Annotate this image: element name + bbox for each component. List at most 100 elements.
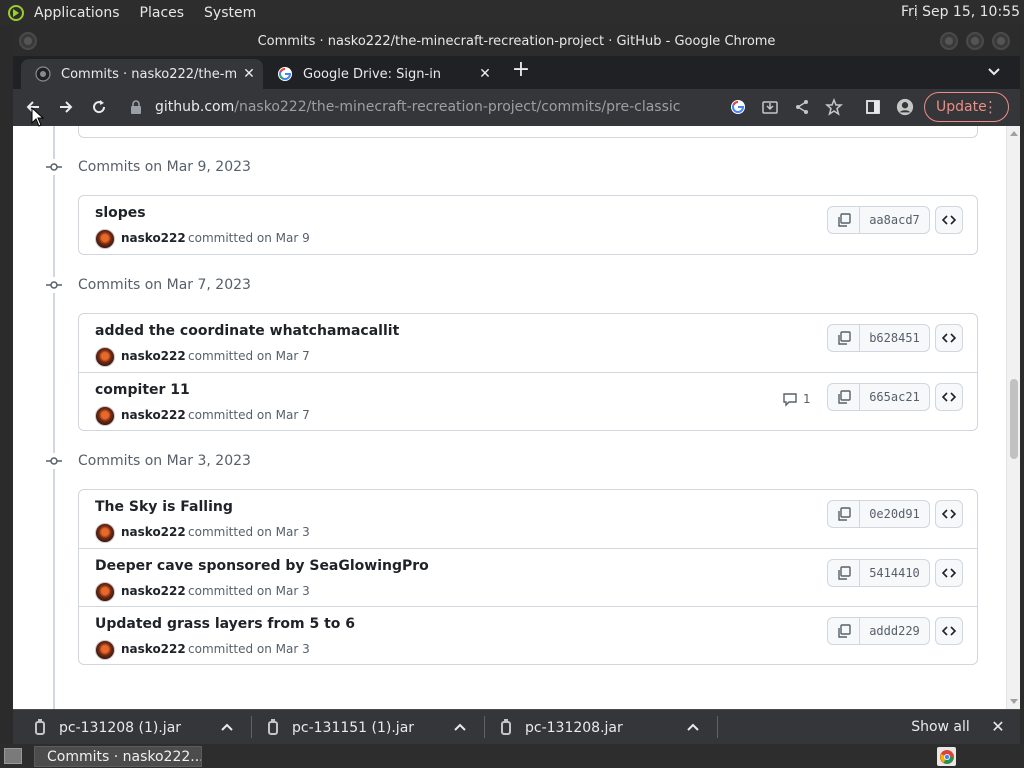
scroll-down-arrow-icon[interactable] [1010, 699, 1018, 704]
kebab-menu-icon[interactable]: ⋮ [983, 99, 998, 115]
commit-sha-link[interactable]: b628451 [860, 325, 929, 351]
show-desktop-icon[interactable] [4, 748, 22, 764]
share-icon[interactable] [793, 98, 811, 116]
commit-author-link[interactable]: nasko222 [121, 642, 186, 656]
copy-icon [837, 624, 851, 638]
show-all-downloads-button[interactable]: Show all [903, 713, 978, 741]
commit-group-header: Commits on Mar 3, 2023 [46, 451, 251, 471]
side-panel-icon[interactable] [864, 98, 882, 116]
download-item[interactable]: pc-131208 (1).jar [35, 710, 255, 745]
copy-sha-button[interactable] [828, 207, 860, 233]
window-menu-icon[interactable] [19, 32, 37, 50]
taskbar-window-button[interactable]: Commits · nasko222... [34, 746, 202, 767]
commit-author-link[interactable]: nasko222 [121, 231, 186, 245]
comments-link[interactable]: 1 [782, 391, 811, 407]
applications-menu[interactable]: Applications [34, 5, 120, 21]
commit-sha-link[interactable]: 5414410 [860, 560, 929, 586]
browse-repo-button[interactable] [935, 559, 963, 587]
commit-author-link[interactable]: nasko222 [121, 525, 186, 539]
code-icon [941, 568, 957, 578]
avatar[interactable] [95, 229, 115, 249]
browser-toolbar: github.com/nasko222/the-minecraft-recrea… [13, 89, 1020, 126]
commit-row: added the coordinate whatchamacallit nask… [79, 314, 977, 372]
profile-avatar-icon[interactable] [896, 98, 914, 116]
system-menu[interactable]: System [204, 5, 256, 21]
chevron-up-icon[interactable] [454, 722, 466, 732]
close-tab-icon[interactable]: ✕ [241, 66, 257, 82]
commit-message-link[interactable]: The Sky is Falling [95, 499, 233, 515]
browse-repo-button[interactable] [935, 617, 963, 645]
chrome-tray-icon[interactable] [937, 747, 956, 766]
address-bar[interactable]: github.com/nasko222/the-minecraft-recrea… [121, 92, 705, 122]
github-icon [35, 66, 51, 82]
commit-date-text: committed on Mar 7 [188, 349, 310, 363]
new-tab-icon[interactable]: + [510, 59, 532, 82]
avatar[interactable] [95, 582, 115, 602]
divider [251, 716, 252, 738]
google-icon [277, 66, 293, 82]
jar-file-icon [501, 718, 511, 735]
forward-arrow-icon[interactable] [54, 95, 78, 119]
install-app-icon[interactable] [761, 98, 779, 116]
bookmark-star-icon[interactable] [825, 98, 843, 116]
chevron-up-icon[interactable] [687, 722, 699, 732]
commit-list: added the coordinate whatchamacallit nask… [78, 313, 978, 431]
scrollbar-thumb[interactable] [1010, 379, 1018, 459]
comment-count: 1 [803, 392, 811, 406]
tab-google-drive[interactable]: Google Drive: Sign-in ✕ [263, 59, 499, 89]
google-lens-icon[interactable] [729, 98, 747, 116]
browse-repo-button[interactable] [935, 324, 963, 352]
commit-message-link[interactable]: Deeper cave sponsored by SeaGlowingPro [95, 558, 429, 574]
copy-sha-button[interactable] [828, 501, 860, 527]
copy-sha-button[interactable] [828, 560, 860, 586]
commit-message-link[interactable]: compiter 11 [95, 382, 190, 398]
code-icon [941, 392, 957, 402]
commit-group-date: Commits on Mar 7, 2023 [78, 277, 251, 293]
avatar[interactable] [95, 406, 115, 426]
page-scrollbar[interactable] [1006, 126, 1020, 709]
window-titlebar[interactable]: Commits · nasko222/the-minecraft-recreat… [13, 26, 1020, 56]
scroll-up-arrow-icon[interactable] [1010, 131, 1018, 136]
close-tab-icon[interactable]: ✕ [477, 66, 493, 82]
commit-sha-link[interactable]: 0e20d91 [860, 501, 929, 527]
minimize-icon[interactable] [940, 32, 958, 50]
distro-logo-icon[interactable] [6, 3, 26, 23]
commit-author-link[interactable]: nasko222 [121, 584, 186, 598]
download-item[interactable]: pc-131151 (1).jar [268, 710, 488, 745]
tab-title: Google Drive: Sign-in [303, 66, 442, 82]
copy-sha-button[interactable] [828, 325, 860, 351]
browse-repo-button[interactable] [935, 383, 963, 411]
maximize-icon[interactable] [966, 32, 984, 50]
tab-title: Commits · nasko222/the-minecraft-recreat… [61, 66, 236, 82]
lock-icon[interactable] [129, 99, 145, 115]
code-icon [941, 509, 957, 519]
close-downloads-icon[interactable]: ✕ [990, 719, 1006, 735]
chevron-up-icon[interactable] [221, 722, 233, 732]
commit-sha-link[interactable]: aa8acd7 [860, 207, 929, 233]
reload-icon[interactable] [87, 95, 111, 119]
copy-sha-button[interactable] [828, 618, 860, 644]
browse-repo-button[interactable] [935, 500, 963, 528]
commit-sha-link[interactable]: 665ac21 [860, 384, 929, 410]
copy-icon [837, 507, 851, 521]
commit-author-link[interactable]: nasko222 [121, 349, 186, 363]
avatar[interactable] [95, 523, 115, 543]
update-button[interactable]: Update ⋮ [924, 92, 1009, 122]
url-text: github.com/nasko222/the-minecraft-recrea… [155, 99, 680, 115]
tab-search-chevron-icon[interactable] [985, 62, 1003, 80]
clock[interactable]: Fri Sep 15, 10:55 [901, 4, 1020, 20]
copy-sha-button[interactable] [828, 384, 860, 410]
download-item[interactable]: pc-131208.jar [501, 710, 721, 745]
commit-author-link[interactable]: nasko222 [121, 408, 186, 422]
browse-repo-button[interactable] [935, 206, 963, 234]
avatar[interactable] [95, 640, 115, 660]
commit-message-link[interactable]: added the coordinate whatchamacallit [95, 323, 399, 339]
avatar[interactable] [95, 347, 115, 367]
places-menu[interactable]: Places [140, 5, 185, 21]
close-window-icon[interactable] [992, 32, 1010, 50]
commit-message-link[interactable]: slopes [95, 205, 146, 221]
download-filename: pc-131151 (1).jar [292, 719, 415, 736]
commit-message-link[interactable]: Updated grass layers from 5 to 6 [95, 616, 355, 632]
tab-github-commits[interactable]: Commits · nasko222/the-minecraft-recreat… [21, 59, 263, 89]
commit-sha-link[interactable]: addd229 [860, 618, 929, 644]
